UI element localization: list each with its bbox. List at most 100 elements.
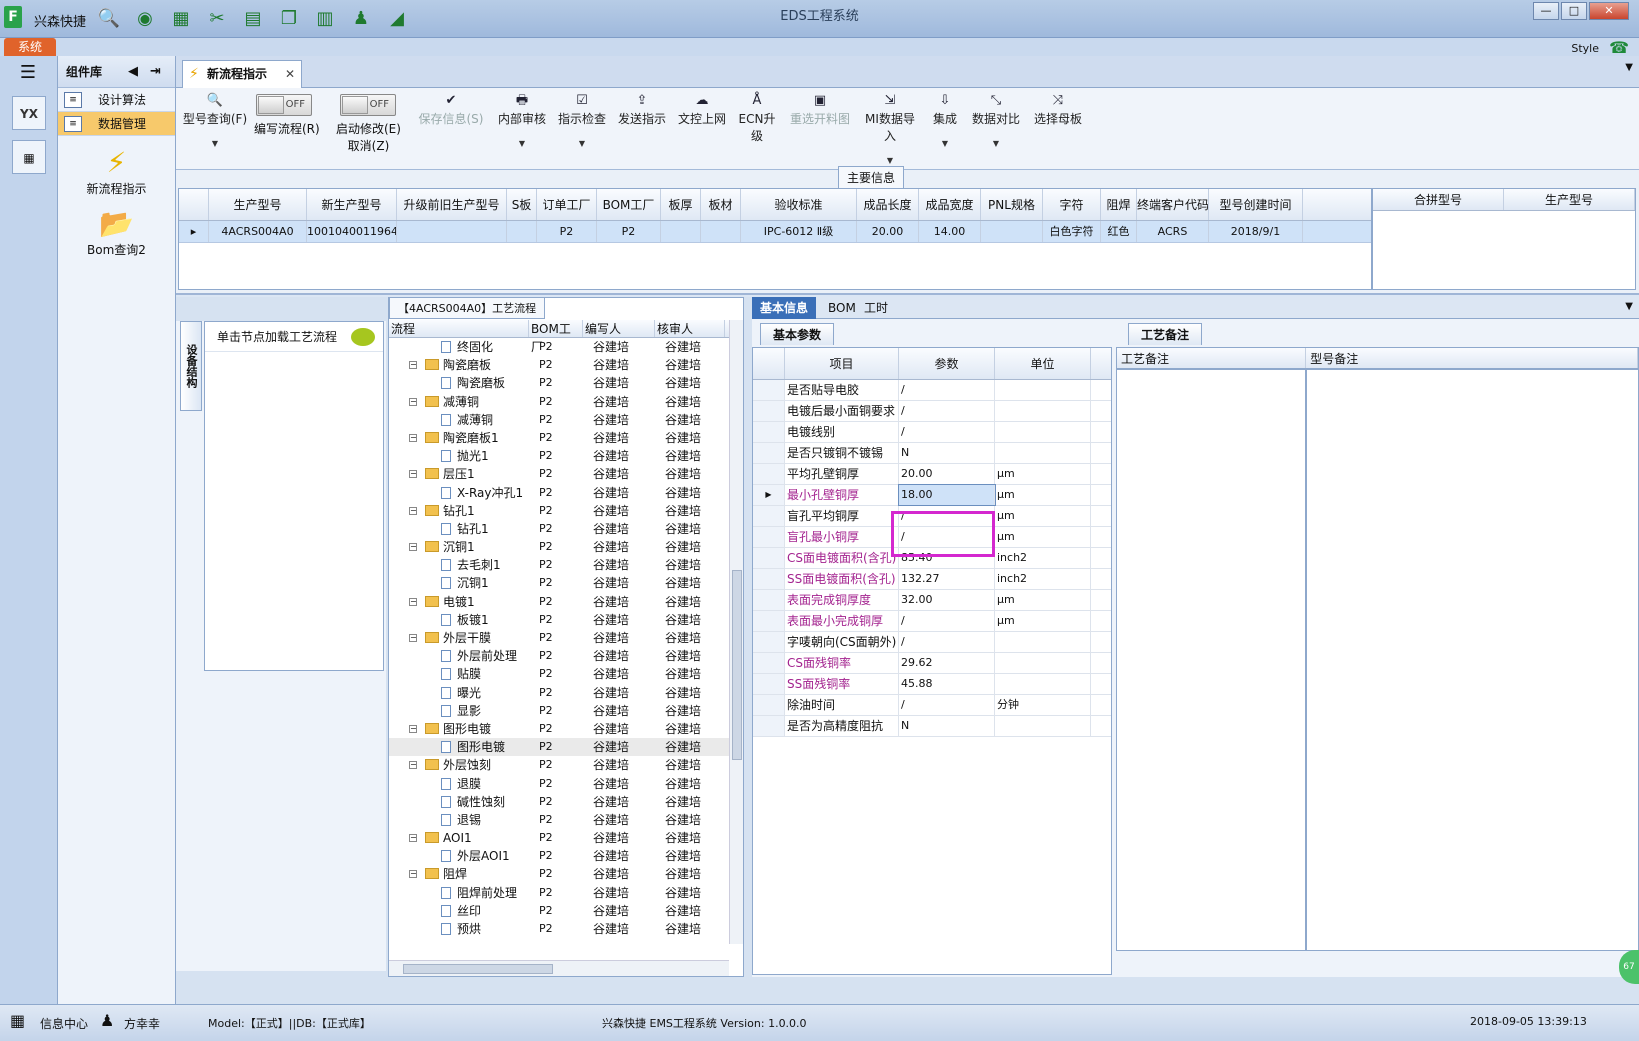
process-writer-cell[interactable]: 谷建培 — [583, 593, 655, 611]
process-reviewer-cell[interactable]: 谷建培 — [655, 502, 725, 520]
column-header[interactable]: 成品长度 — [857, 189, 919, 220]
process-reviewer-cell[interactable]: 谷建培 — [655, 338, 725, 356]
component-launcher-0[interactable]: ⚡ 新流程指示 — [58, 136, 175, 197]
hamburger-menu-icon[interactable]: ☰ — [16, 64, 40, 82]
process-bom-cell[interactable]: P2 — [529, 865, 583, 883]
dropdown-arrow-icon[interactable]: ▼ — [180, 139, 250, 148]
column-header[interactable]: 验收标准 — [741, 189, 857, 220]
process-row[interactable]: 预烘 P2 谷建培 谷建培 — [389, 920, 729, 938]
column-header[interactable]: 新生产型号 — [307, 189, 397, 220]
process-writer-cell[interactable]: 谷建培 — [583, 465, 655, 483]
scroll-thumb[interactable] — [403, 964, 553, 974]
ribbon-button-11[interactable]: ⤨ 选择母板 — [1030, 92, 1086, 127]
param-value-input[interactable]: 18.00 — [898, 484, 996, 506]
process-reviewer-cell[interactable]: 谷建培 — [655, 520, 725, 538]
process-bom-cell[interactable]: P2 — [529, 629, 583, 647]
process-name-cell[interactable]: 显影 — [389, 702, 529, 720]
process-bom-cell[interactable]: P2 — [529, 484, 583, 502]
process-row[interactable]: 外层前处理 P2 谷建培 谷建培 — [389, 647, 729, 665]
column-header[interactable]: 流程 — [389, 320, 529, 337]
tab-close-icon[interactable]: ✕ — [285, 61, 295, 87]
model-notes-field[interactable] — [1306, 369, 1639, 951]
process-bom-cell[interactable]: P2 — [529, 902, 583, 920]
process-reviewer-cell[interactable]: 谷建培 — [655, 865, 725, 883]
chevron-down-icon[interactable]: ▼ — [1625, 62, 1633, 73]
param-value-input[interactable]: / — [899, 422, 995, 442]
tree-collapse-icon[interactable]: − — [409, 724, 417, 733]
process-row[interactable]: − 陶瓷磨板1 P2 谷建培 谷建培 — [389, 429, 729, 447]
process-reviewer-cell[interactable]: 谷建培 — [655, 847, 725, 865]
process-writer-cell[interactable]: 谷建培 — [583, 484, 655, 502]
process-bom-cell[interactable]: P2 — [529, 665, 583, 683]
column-header[interactable]: 型号创建时间 — [1209, 189, 1303, 220]
process-bom-cell[interactable]: P2 — [529, 429, 583, 447]
process-reviewer-cell[interactable]: 谷建培 — [655, 647, 725, 665]
component-item-1[interactable]: ≡ 数据管理 — [58, 112, 175, 136]
process-writer-cell[interactable]: 谷建培 — [583, 829, 655, 847]
style-menu[interactable]: Style — [1571, 42, 1599, 55]
process-bom-cell[interactable]: P2 — [529, 611, 583, 629]
process-bom-cell[interactable]: P2 — [529, 756, 583, 774]
process-name-cell[interactable]: − 层压1 — [389, 465, 529, 483]
tree-collapse-icon[interactable]: − — [409, 597, 417, 606]
row-selector[interactable] — [753, 464, 785, 484]
minimize-button[interactable]: — — [1533, 2, 1559, 20]
table-cell[interactable]: 2018/9/1 — [1209, 221, 1303, 242]
param-row[interactable]: SS面残铜率 45.88 — [753, 674, 1111, 695]
process-row[interactable]: 碱性蚀刻 P2 谷建培 谷建培 — [389, 793, 729, 811]
column-header[interactable]: 升级前旧生产型号 — [397, 189, 507, 220]
column-header[interactable]: BOM工厂 — [529, 320, 583, 354]
param-row[interactable]: 表面完成铜厚度 32.00 μm — [753, 590, 1111, 611]
row-selector[interactable] — [753, 422, 785, 442]
process-name-cell[interactable]: 减薄铜 — [389, 411, 529, 429]
process-name-cell[interactable]: 沉铜1 — [389, 574, 529, 592]
param-row[interactable]: 是否只镀铜不镀锡 N — [753, 443, 1111, 464]
process-row[interactable]: X-Ray冲孔1 P2 谷建培 谷建培 — [389, 484, 729, 502]
process-writer-cell[interactable]: 谷建培 — [583, 684, 655, 702]
process-writer-cell[interactable]: 谷建培 — [583, 447, 655, 465]
process-writer-cell[interactable]: 谷建培 — [583, 902, 655, 920]
process-bom-cell[interactable]: P2 — [529, 593, 583, 611]
row-selector[interactable]: ▶ — [753, 485, 785, 505]
column-header[interactable]: 参数 — [899, 348, 995, 379]
process-row[interactable]: − 外层蚀刻 P2 谷建培 谷建培 — [389, 756, 729, 774]
ribbon-button-1[interactable]: ✔ 保存信息(S) — [416, 92, 486, 127]
row-selector[interactable] — [753, 716, 785, 736]
param-value-input[interactable]: / — [899, 695, 995, 715]
ribbon-button-10[interactable]: ⤡ 数据对比 ▼ — [968, 92, 1024, 148]
process-row[interactable]: 贴膜 P2 谷建培 谷建培 — [389, 665, 729, 683]
table-cell[interactable]: 白色字符 — [1043, 221, 1101, 242]
param-row[interactable]: 是否贴导电胶 / — [753, 380, 1111, 401]
ribbon-button-4[interactable]: ⇪ 发送指示 — [614, 92, 670, 127]
process-reviewer-cell[interactable]: 谷建培 — [655, 775, 725, 793]
column-header[interactable]: 字符 — [1043, 189, 1101, 220]
param-value-input[interactable]: / — [899, 380, 995, 400]
basic-params-tab[interactable]: 基本参数 — [760, 323, 835, 345]
process-row[interactable]: 曝光 P2 谷建培 谷建培 — [389, 684, 729, 702]
table-cell[interactable]: 14.00 — [919, 221, 981, 242]
process-bom-cell[interactable]: P2 — [529, 793, 583, 811]
row-selector[interactable] — [753, 611, 785, 631]
process-name-cell[interactable]: − 陶瓷磨板 — [389, 356, 529, 374]
close-button[interactable]: ✕ — [1589, 2, 1629, 20]
column-header[interactable]: 成品宽度 — [919, 189, 981, 220]
info-center-link[interactable]: 信息中心 — [40, 1015, 88, 1032]
process-row[interactable]: 陶瓷磨板 P2 谷建培 谷建培 — [389, 374, 729, 392]
param-value-input[interactable]: 20.00 — [899, 464, 995, 484]
process-bom-cell[interactable]: P2 — [529, 775, 583, 793]
dropdown-arrow-icon[interactable]: ▼ — [860, 156, 920, 165]
table-cell[interactable]: 红色 — [1101, 221, 1137, 242]
process-row[interactable]: 去毛刺1 P2 谷建培 谷建培 — [389, 556, 729, 574]
process-vertical-scrollbar[interactable] — [729, 320, 743, 944]
process-row[interactable]: − 沉铜1 P2 谷建培 谷建培 — [389, 538, 729, 556]
process-reviewer-cell[interactable]: 谷建培 — [655, 484, 725, 502]
process-row[interactable]: − 电镀1 P2 谷建培 谷建培 — [389, 593, 729, 611]
process-name-cell[interactable]: 钻孔1 — [389, 520, 529, 538]
table-cell[interactable] — [397, 221, 507, 242]
process-row[interactable]: 退膜 P2 谷建培 谷建培 — [389, 775, 729, 793]
row-selector[interactable] — [753, 653, 785, 673]
process-row[interactable]: − 图形电镀 P2 谷建培 谷建培 — [389, 720, 729, 738]
dropdown-arrow-icon[interactable]: ▼ — [494, 139, 550, 148]
process-reviewer-cell[interactable]: 谷建培 — [655, 702, 725, 720]
calculator-icon[interactable]: ▦ — [12, 140, 46, 174]
